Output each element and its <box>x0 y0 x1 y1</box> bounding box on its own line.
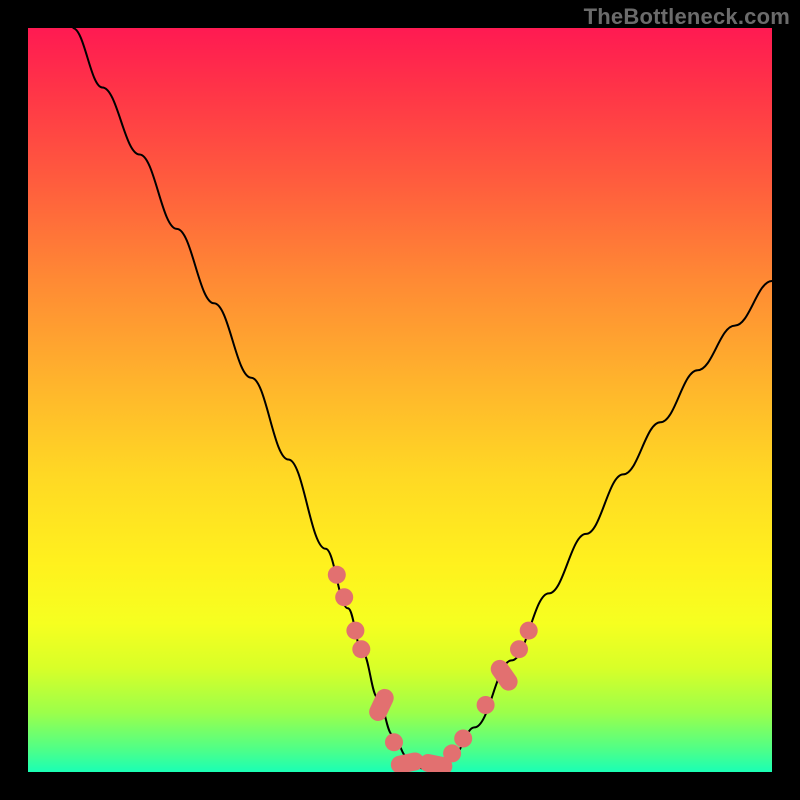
chart-marker-dot <box>510 640 528 658</box>
chart-marker-dot <box>385 733 403 751</box>
chart-marker-dot <box>443 744 461 762</box>
chart-marker-dot <box>335 588 353 606</box>
chart-plot-area <box>28 28 772 772</box>
chart-marker-dot <box>328 566 346 584</box>
watermark-text: TheBottleneck.com <box>584 4 790 30</box>
chart-marker-dot <box>346 622 364 640</box>
chart-marker-dot <box>352 640 370 658</box>
chart-curve <box>73 28 772 768</box>
chart-marker-dot <box>520 622 538 640</box>
chart-marker-dot <box>477 696 495 714</box>
chart-marker-dot <box>454 730 472 748</box>
chart-frame: TheBottleneck.com <box>0 0 800 800</box>
chart-marker-pill <box>366 686 396 724</box>
chart-markers <box>328 566 538 772</box>
chart-marker-pill <box>487 656 521 694</box>
chart-svg <box>28 28 772 772</box>
